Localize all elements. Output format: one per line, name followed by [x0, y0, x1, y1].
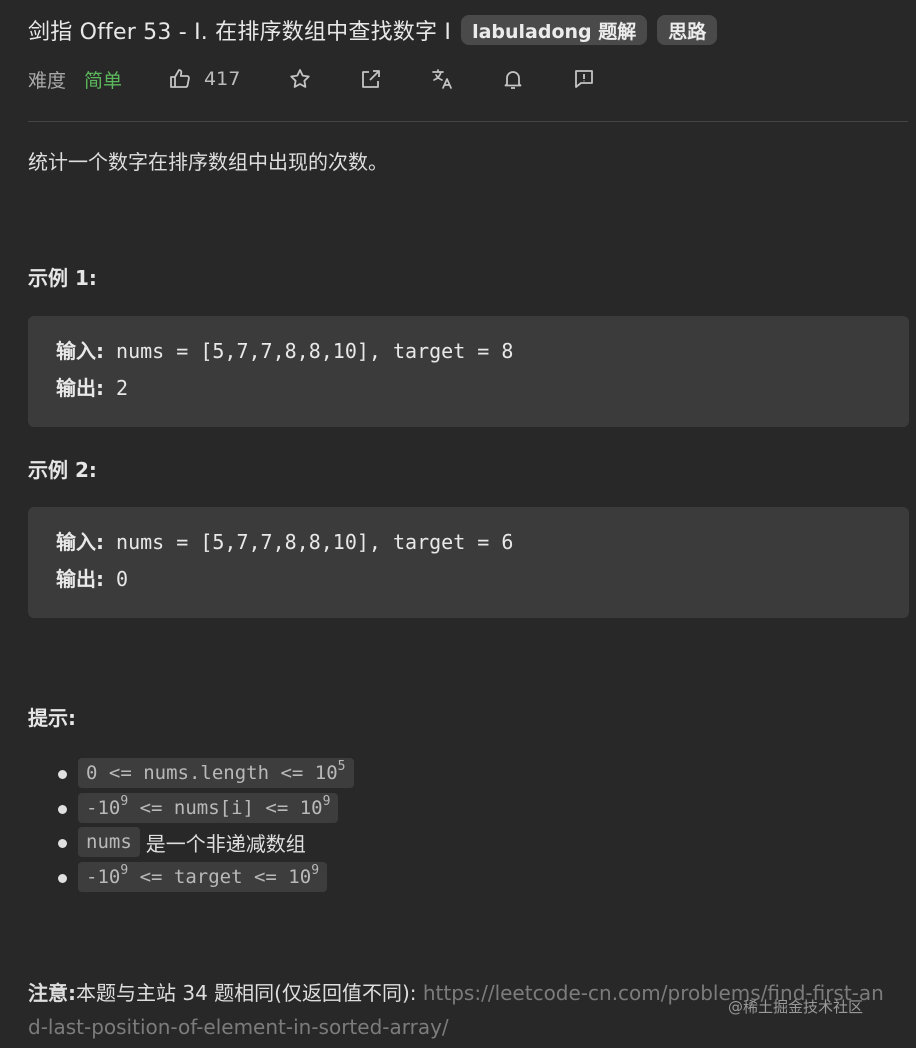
hint-code-sup: 9	[322, 793, 331, 809]
labuladong-solution-tag[interactable]: labuladong 题解	[461, 15, 648, 45]
title-row: 剑指 Offer 53 - I. 在排序数组中查找数字 I labuladong…	[28, 12, 906, 48]
example-2-output: 输出: 0	[56, 564, 909, 601]
hint-code-sup: 9	[311, 862, 320, 878]
hint-item: -109 <= target <= 109	[58, 860, 354, 895]
example-2-input: 输入: nums = [5,7,7,8,8,10], target = 6	[56, 527, 909, 564]
hints-list: 0 <= nums.length <= 105 -109 <= nums[i] …	[58, 756, 354, 895]
hint-item: -109 <= nums[i] <= 109	[58, 791, 354, 826]
header-divider	[28, 121, 908, 122]
hint-code-text: 0 <= nums.length <= 10	[86, 762, 338, 785]
output-label: 输出:	[56, 376, 104, 400]
problem-title: 剑指 Offer 53 - I. 在排序数组中查找数字 I	[28, 20, 452, 45]
star-icon[interactable]	[288, 67, 312, 91]
difficulty-label: 难度	[28, 69, 67, 92]
hint-code-tail: <= nums[i] <= 10	[128, 796, 323, 819]
input-value: nums = [5,7,7,8,8,10], target = 6	[104, 530, 514, 554]
example-1-output: 输出: 2	[56, 373, 909, 410]
meta-row: 难度 简单 417	[28, 62, 596, 96]
watermark: @稀土掘金技术社区	[728, 998, 864, 1016]
hint-code: 0 <= nums.length <= 105	[78, 758, 354, 789]
feedback-icon[interactable]	[572, 67, 596, 91]
problem-page: 剑指 Offer 53 - I. 在排序数组中查找数字 I labuladong…	[0, 0, 916, 1048]
input-label: 输入:	[56, 339, 104, 363]
like-count: 417	[204, 68, 241, 90]
note-text: 本题与主站 34 题相同(仅返回值不同):	[76, 981, 417, 1005]
translate-icon[interactable]	[430, 67, 454, 91]
example-2-title: 示例 2:	[28, 458, 97, 482]
hint-tag[interactable]: 思路	[657, 15, 718, 45]
example-1-input: 输入: nums = [5,7,7,8,8,10], target = 8	[56, 336, 909, 373]
hints-title: 提示:	[28, 706, 76, 730]
output-label: 输出:	[56, 567, 104, 591]
hint-code: nums	[78, 827, 140, 858]
example-1-code-block: 输入: nums = [5,7,7,8,8,10], target = 8 输出…	[28, 316, 909, 427]
hint-code-sup: 9	[120, 862, 129, 878]
hint-code-text: -10	[86, 865, 121, 888]
hint-item: 0 <= nums.length <= 105	[58, 756, 354, 791]
bell-icon[interactable]	[501, 67, 525, 91]
hint-code-sup: 5	[337, 759, 346, 775]
example-1-title: 示例 1:	[28, 266, 97, 290]
like-button[interactable]: 417	[168, 67, 240, 91]
hint-code: -109 <= target <= 109	[78, 861, 328, 892]
hint-item: nums 是一个非递减数组	[58, 825, 354, 860]
hint-code-sup: 9	[120, 793, 129, 809]
hint-text: 是一个非递减数组	[145, 831, 306, 856]
output-value: 2	[104, 376, 129, 400]
share-icon[interactable]	[359, 67, 383, 91]
hint-code-tail: <= target <= 10	[128, 865, 312, 888]
problem-description: 统计一个数字在排序数组中出现的次数。	[28, 150, 388, 174]
hint-code: -109 <= nums[i] <= 109	[78, 792, 339, 823]
example-2-code-block: 输入: nums = [5,7,7,8,8,10], target = 6 输出…	[28, 507, 909, 618]
input-label: 输入:	[56, 530, 104, 554]
thumbs-up-icon	[168, 67, 192, 91]
input-value: nums = [5,7,7,8,8,10], target = 8	[104, 339, 514, 363]
note-label: 注意:	[28, 981, 76, 1005]
difficulty-value: 简单	[84, 69, 123, 92]
hint-code-text: -10	[86, 796, 121, 819]
output-value: 0	[104, 567, 129, 591]
